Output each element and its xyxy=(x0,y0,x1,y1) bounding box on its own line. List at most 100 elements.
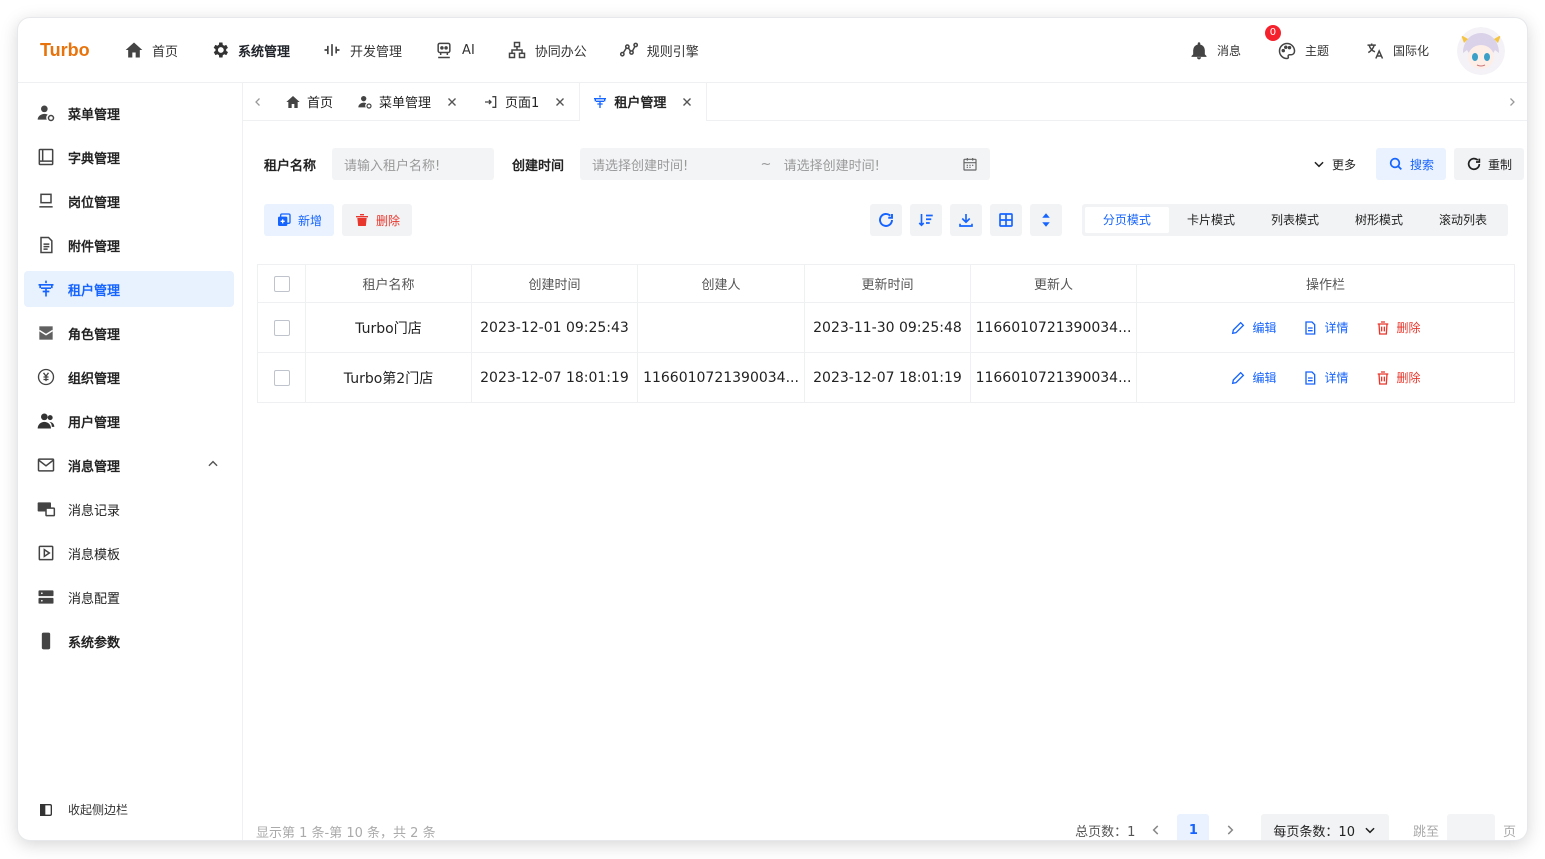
chevron-down-icon xyxy=(1363,823,1377,837)
tab-scroll-right[interactable] xyxy=(1497,83,1527,121)
close-icon[interactable] xyxy=(553,95,567,109)
close-icon[interactable] xyxy=(445,95,459,109)
sidebar-item-messages[interactable]: 消息管理 xyxy=(24,447,234,483)
more-label: 更多 xyxy=(1331,157,1356,172)
tab-scroll-left[interactable] xyxy=(243,83,273,121)
search-button[interactable]: 搜索 xyxy=(1375,148,1446,180)
sidebar-item-params[interactable]: 系统参数 xyxy=(24,623,234,659)
table-row: Turbo第2门店 2023-12-07 18:01:19 1166010721… xyxy=(258,353,1514,402)
topnav-system[interactable]: 系统管理 xyxy=(210,40,290,60)
add-button[interactable]: 新增 xyxy=(264,204,335,236)
chevron-right-icon xyxy=(1510,98,1515,106)
view-mode-switch: 分页模式 卡片模式 列表模式 树形模式 滚动列表 xyxy=(1081,204,1508,236)
top-nav: 首页 系统管理 开发管理 AI 协同办公 规则引擎 xyxy=(124,40,731,60)
sidebar-item-user[interactable]: 用户管理 xyxy=(24,403,234,439)
sidebar-item-label: 附件管理 xyxy=(68,239,121,255)
tab-home[interactable]: 首页 xyxy=(273,83,345,121)
mode-list[interactable]: 列表模式 xyxy=(1253,207,1337,233)
column-header[interactable]: 租户名称 xyxy=(306,265,472,302)
select-all-checkbox[interactable] xyxy=(273,275,290,292)
sidebar-item-org[interactable]: 组织管理 xyxy=(24,359,234,395)
bell-icon xyxy=(1189,41,1209,61)
tab-tenant-management[interactable]: 租户管理 xyxy=(579,82,708,121)
sidebar-item-role[interactable]: 角色管理 xyxy=(24,315,234,351)
reset-button[interactable]: 重制 xyxy=(1453,148,1524,180)
sidebar-item-attachment[interactable]: 附件管理 xyxy=(24,227,234,263)
chevron-up-icon[interactable] xyxy=(206,457,220,471)
topnav-rules[interactable]: 规则引擎 xyxy=(619,40,699,60)
table-cell xyxy=(638,303,805,352)
row-checkbox[interactable] xyxy=(273,319,290,336)
messages-button[interactable]: 消息 xyxy=(1189,41,1241,61)
delete-button[interactable]: 删除 xyxy=(1375,369,1421,386)
brand-logo[interactable]: Turbo xyxy=(40,40,120,61)
topnav-label: 开发管理 xyxy=(350,44,403,60)
mode-pagination[interactable]: 分页模式 xyxy=(1084,207,1169,233)
user-avatar[interactable] xyxy=(1457,26,1505,75)
topnav-home[interactable]: 首页 xyxy=(124,40,178,60)
created-time-range-picker[interactable]: 请选择创建时间! ~ 请选择创建时间! xyxy=(580,148,991,180)
server-icon xyxy=(36,587,56,607)
topnav-ai[interactable]: AI xyxy=(434,40,475,60)
tenant-name-label: 租户名称 xyxy=(264,158,317,174)
edit-label: 编辑 xyxy=(1252,321,1277,335)
edit-button[interactable]: 编辑 xyxy=(1230,369,1276,386)
columns-button[interactable] xyxy=(989,204,1022,236)
sidebar-toggle-icon xyxy=(38,802,54,818)
theme-label: 主题 xyxy=(1304,44,1329,58)
users-icon xyxy=(36,411,56,431)
chevron-right-icon xyxy=(1228,825,1234,835)
jump-page-input[interactable] xyxy=(1446,814,1495,840)
filter-row: 租户名称 请输入租户名称! 创建时间 请选择创建时间! ~ 请选择创建时间! xyxy=(264,148,991,180)
next-page-button[interactable] xyxy=(1217,814,1243,840)
mode-card[interactable]: 卡片模式 xyxy=(1169,207,1253,233)
org-icon xyxy=(507,40,527,60)
prev-page-button[interactable] xyxy=(1143,814,1169,840)
mode-scroll[interactable]: 滚动列表 xyxy=(1421,207,1505,233)
column-header[interactable]: 创建人 xyxy=(638,265,805,302)
tab-page1[interactable]: 页面1 xyxy=(471,83,579,121)
column-header[interactable]: 创建时间 xyxy=(472,265,638,302)
page-number-current[interactable]: 1 xyxy=(1177,814,1210,840)
theme-button[interactable]: 0 主题 xyxy=(1264,24,1329,61)
batch-delete-button[interactable]: 删除 xyxy=(342,204,413,236)
edit-button[interactable]: 编辑 xyxy=(1230,319,1276,336)
tab-menu-management[interactable]: 菜单管理 xyxy=(345,83,471,121)
sidebar-item-dict[interactable]: 字典管理 xyxy=(24,139,234,175)
sidebar-item-label: 系统参数 xyxy=(68,635,121,651)
density-button[interactable] xyxy=(1029,204,1062,236)
table-footer: 显示第 1 条-第 10 条，共 2 条 总页数：1 1 每页条数：10 跳至 … xyxy=(256,814,1516,840)
column-header[interactable]: 更新时间 xyxy=(805,265,971,302)
created-time-label: 创建时间 xyxy=(512,158,565,174)
i18n-button[interactable]: 国际化 xyxy=(1365,41,1429,61)
row-checkbox[interactable] xyxy=(273,369,290,386)
export-button[interactable] xyxy=(949,204,982,236)
sidebar-item-message-templates[interactable]: 消息模板 xyxy=(24,535,234,571)
refresh-table-button[interactable] xyxy=(869,204,902,236)
mode-tree[interactable]: 树形模式 xyxy=(1337,207,1421,233)
detail-button[interactable]: 详情 xyxy=(1302,369,1349,386)
book-icon xyxy=(36,147,56,167)
sidebar-item-label: 租户管理 xyxy=(68,283,121,299)
tenant-name-input[interactable]: 请输入租户名称! xyxy=(332,148,495,180)
more-filters-button[interactable]: 更多 xyxy=(1312,156,1356,173)
collapse-sidebar-button[interactable]: 收起侧边栏 xyxy=(38,801,128,818)
table-cell: Turbo门店 xyxy=(306,303,472,352)
close-icon[interactable] xyxy=(680,95,694,109)
detail-button[interactable]: 详情 xyxy=(1302,319,1349,336)
topnav-label: 首页 xyxy=(152,44,179,60)
sidebar-item-label: 岗位管理 xyxy=(68,195,121,211)
tab-bar: 首页 菜单管理 页面1 租户管理 xyxy=(243,82,1527,121)
sidebar-item-post[interactable]: 岗位管理 xyxy=(24,183,234,219)
column-header[interactable]: 更新人 xyxy=(971,265,1137,302)
topnav-collab[interactable]: 协同办公 xyxy=(507,40,587,60)
sidebar-item-message-config[interactable]: 消息配置 xyxy=(24,579,234,615)
sidebar-item-tenant[interactable]: 租户管理 xyxy=(24,271,234,307)
sidebar-item-menu[interactable]: 菜单管理 xyxy=(24,95,234,131)
sort-button[interactable] xyxy=(909,204,942,236)
sidebar-item-message-records[interactable]: 消息记录 xyxy=(24,491,234,527)
delete-button[interactable]: 删除 xyxy=(1375,319,1421,336)
page-size-select[interactable]: 每页条数：10 xyxy=(1261,814,1389,840)
topnav-dev[interactable]: 开发管理 xyxy=(322,40,402,60)
home-icon xyxy=(285,94,301,110)
